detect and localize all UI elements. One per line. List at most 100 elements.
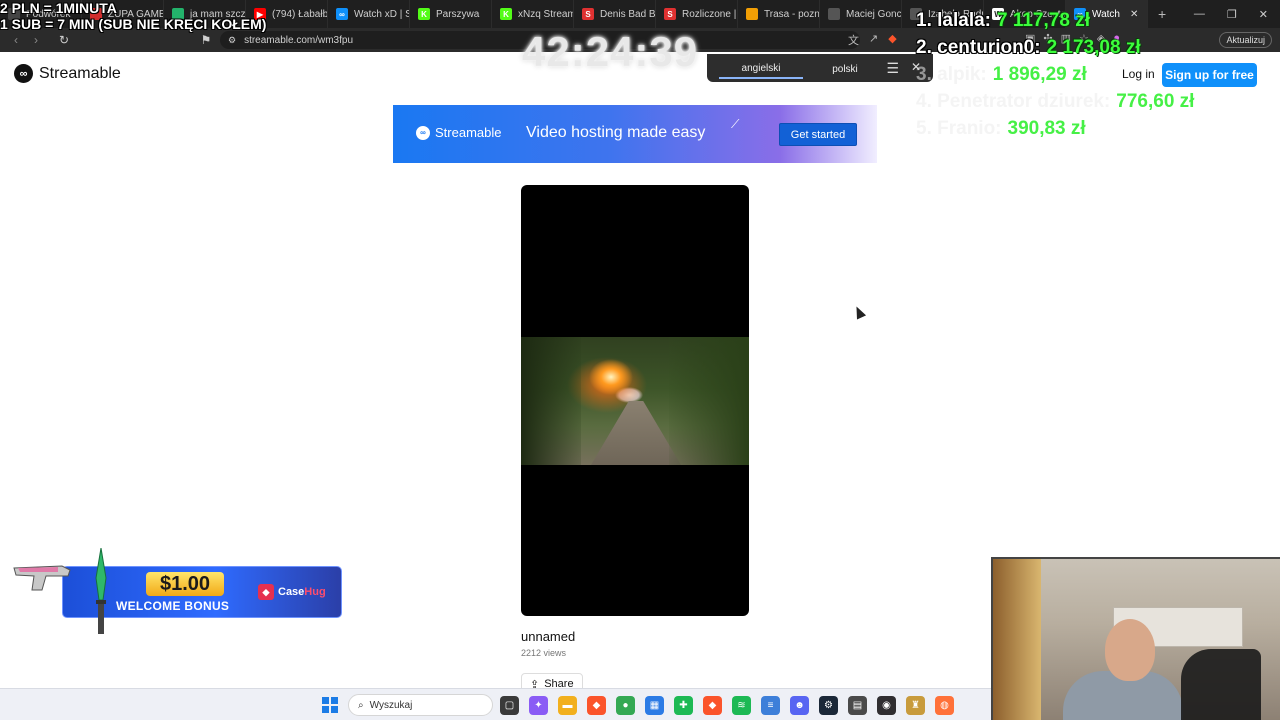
site-info-icon[interactable]: ⚙: [228, 35, 236, 46]
tab-label: xNzq Stream: [518, 8, 574, 20]
leaderboard-name: 2. centurion0:: [916, 37, 1041, 58]
tab-favicon-icon: [828, 8, 840, 20]
leaderboard-row: 5. Franio: 390,83 zł: [916, 118, 1194, 145]
rate-line-1: 2 PLN = 1MINUTA: [0, 0, 117, 16]
banner-brand: Streamable: [435, 125, 502, 140]
streamable-logo[interactable]: ∞ Streamable: [14, 64, 121, 83]
leaderboard-row: 1. lalala: 7 117,78 zł: [916, 10, 1194, 37]
maximize-icon[interactable]: ❐: [1227, 8, 1237, 21]
bookmark-icon[interactable]: ⚑: [196, 33, 216, 47]
promo-banner[interactable]: ∞ Streamable Video hosting made easy ⟋ G…: [393, 105, 877, 163]
leaderboard-amount: 1 896,29 zł: [992, 64, 1087, 85]
browser-tab[interactable]: S Denis Bad Bo: [574, 0, 656, 28]
translate-icon[interactable]: 文: [848, 32, 859, 48]
leaderboard-name: 1. lalala:: [916, 10, 991, 31]
tab-favicon-icon: [746, 8, 758, 20]
logo-text: Streamable: [39, 64, 121, 82]
brave-shield-icon[interactable]: ◆: [888, 32, 896, 48]
browser-tab[interactable]: KxNzq Stream: [492, 0, 574, 28]
brave-icon[interactable]: ◆: [587, 696, 606, 715]
browser-tab[interactable]: Maciej Gonca: [820, 0, 902, 28]
forward-icon[interactable]: ›: [26, 33, 46, 47]
tab-label: (794) Łabałba: [272, 8, 328, 20]
banner-logo-icon: ∞: [416, 125, 430, 140]
webcam-chair: [1181, 649, 1261, 720]
tab-label: Rozliczone | S: [682, 8, 737, 20]
browser-tab[interactable]: ∞ Watch xD | St: [328, 0, 410, 28]
translate-bubble: angielski polski ☰ ✕: [707, 54, 933, 82]
streamable-logo-icon: ∞: [14, 64, 33, 83]
update-button[interactable]: Aktualizuj: [1219, 32, 1272, 48]
chrome-icon[interactable]: ●: [616, 696, 635, 715]
video-road: [591, 401, 681, 465]
steam-icon[interactable]: ⚙: [819, 696, 838, 715]
url-text: streamable.com/wm3fpu: [244, 34, 354, 46]
tab-favicon-icon: ∞: [336, 8, 348, 20]
webcam-window-curtain: [993, 559, 1041, 720]
get-started-button[interactable]: Get started: [779, 123, 857, 146]
close-window-icon[interactable]: ✕: [1259, 8, 1268, 21]
tab-favicon-icon: K: [500, 8, 512, 20]
video-frame: [521, 337, 749, 465]
banner-tagline: Video hosting made easy: [526, 124, 706, 141]
obs-icon[interactable]: ◉: [877, 696, 896, 715]
rate-line-2: 1 SUB = 7 MIN (SUB NIE KRĘCI KOŁEM): [0, 16, 267, 32]
ad-bonus-text: WELCOME BONUS: [116, 599, 230, 613]
pistol-icon: [13, 565, 71, 591]
search-icon: ⌕: [358, 699, 364, 711]
translate-source-lang[interactable]: angielski: [719, 57, 803, 79]
taskbar-search-text: Wyszukaj: [369, 699, 413, 711]
taskbar-search[interactable]: ⌕ Wyszukaj: [348, 694, 493, 716]
discord-icon[interactable]: ☻: [790, 696, 809, 715]
translate-menu-icon[interactable]: ☰: [886, 60, 899, 77]
leaderboard-row: 2. centurion0: 2 173,08 zł: [916, 37, 1194, 64]
firefox-icon[interactable]: ◍: [935, 696, 954, 715]
task-view-icon[interactable]: ▢: [500, 696, 519, 715]
tab-favicon-icon: S: [664, 8, 676, 20]
leaderboard-amount: 390,83 zł: [1007, 118, 1086, 139]
video-views: 2212 views: [521, 648, 567, 658]
video-trees-right: [669, 337, 749, 465]
windows-start-icon[interactable]: [322, 697, 338, 713]
leaderboard-name: 4. Penetrator dziurek:: [916, 91, 1111, 112]
leaderboard-name: 3. alpik:: [916, 64, 987, 85]
minimize-icon[interactable]: —: [1194, 8, 1205, 20]
browser-tab[interactable]: Trasa - pozna: [738, 0, 820, 28]
banner-logo: ∞ Streamable: [416, 125, 501, 140]
league-icon[interactable]: ♜: [906, 696, 925, 715]
browser-tab[interactable]: S Rozliczone | S: [656, 0, 738, 28]
back-icon[interactable]: ‹: [6, 33, 26, 47]
share-page-icon[interactable]: ↗: [869, 32, 878, 48]
copilot-icon[interactable]: ✦: [529, 696, 548, 715]
brave-active-icon[interactable]: ◆: [703, 696, 722, 715]
ad-amount: $1.00: [146, 572, 224, 596]
leaderboard-row: 4. Penetrator dziurek: 776,60 zł: [916, 91, 1194, 118]
omnibox-actions: 文 ↗ ◆: [848, 32, 897, 48]
browser-tab[interactable]: K Parszywa: [410, 0, 492, 28]
leaderboard-row: 3. alpik: 1 896,29 zł: [916, 64, 1194, 91]
calculator-icon[interactable]: ▤: [848, 696, 867, 715]
tab-label: Parszywa: [436, 8, 480, 20]
video-player[interactable]: [521, 185, 749, 616]
video-trees-left: [521, 337, 581, 465]
reload-icon[interactable]: ↻: [54, 33, 74, 47]
tab-favicon-icon: K: [418, 8, 430, 20]
tab-label: Denis Bad Bo: [600, 8, 656, 20]
streamer-webcam: [991, 557, 1280, 720]
ad-brand-a: Case: [278, 586, 305, 598]
casehug-logo-icon: ◆: [258, 584, 274, 600]
translate-target-lang[interactable]: polski: [803, 62, 887, 75]
ad-brand-b: Hug: [304, 586, 326, 598]
tab-label: Maciej Gonca: [846, 8, 902, 20]
xbox-icon[interactable]: ✚: [674, 696, 693, 715]
ad-brand: ◆ Case Hug: [258, 584, 326, 600]
file-explorer-icon[interactable]: ▬: [558, 696, 577, 715]
store-icon[interactable]: ▦: [645, 696, 664, 715]
knife-icon: [95, 548, 107, 634]
notepad-icon[interactable]: ≡: [761, 696, 780, 715]
video-title: unnamed: [521, 629, 576, 644]
leaderboard-amount: 2 173,08 zł: [1046, 37, 1141, 58]
donation-leaderboard: 1. lalala: 7 117,78 zł 2. centurion0: 2 …: [916, 10, 1194, 145]
spotify-icon[interactable]: ≋: [732, 696, 751, 715]
webcam-person-head: [1105, 619, 1155, 681]
